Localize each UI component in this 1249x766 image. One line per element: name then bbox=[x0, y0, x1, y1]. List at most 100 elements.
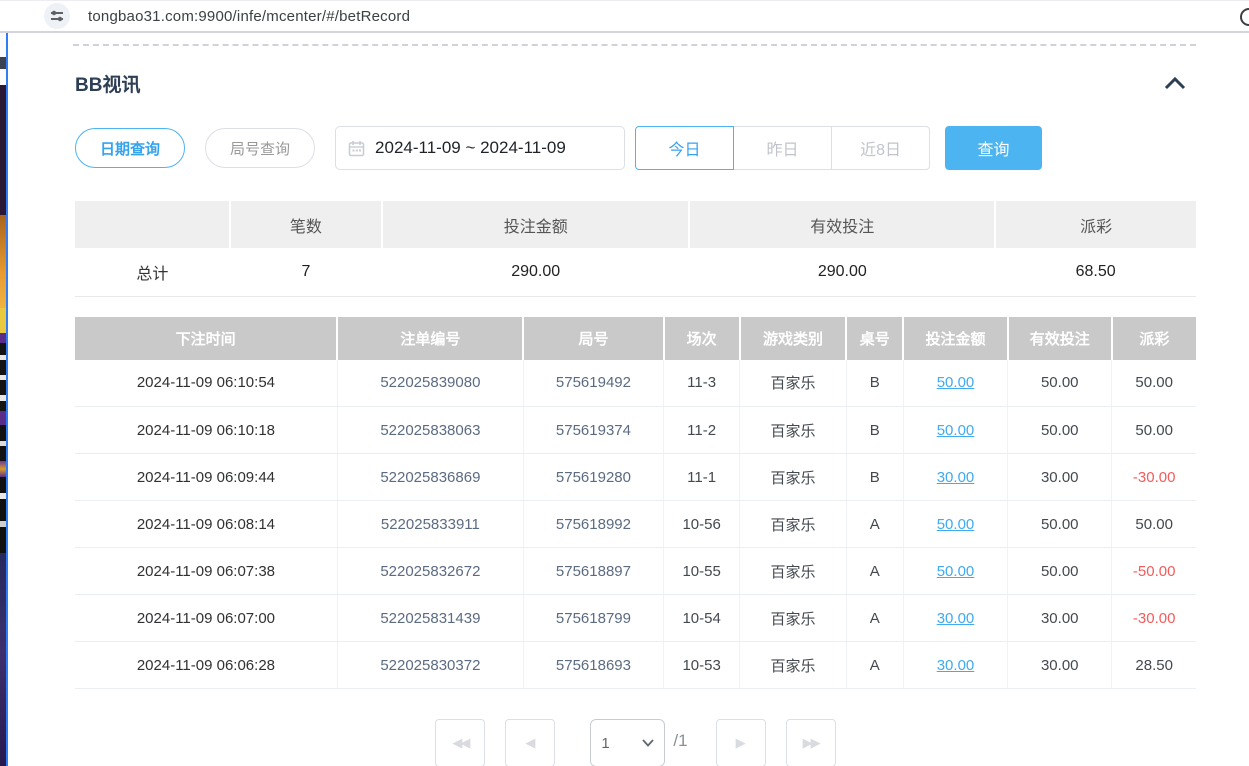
cell-valid: 50.00 bbox=[1008, 501, 1112, 548]
cell-bet: 50.00 bbox=[903, 548, 1007, 595]
cell-valid: 30.00 bbox=[1008, 642, 1112, 689]
summary-total-value-4: 68.50 bbox=[995, 248, 1196, 296]
browser-partial-icon[interactable] bbox=[1240, 8, 1249, 26]
cell-session: 11-1 bbox=[664, 454, 740, 501]
yesterday-button[interactable]: 昨日 bbox=[733, 126, 832, 170]
date-range-input[interactable]: 2024-11-09 ~ 2024-11-09 bbox=[335, 126, 625, 170]
bet-col-header-0: 下注时间 bbox=[75, 317, 337, 360]
prev-page-button[interactable]: ◀ bbox=[505, 719, 555, 766]
site-permissions-icon[interactable] bbox=[44, 3, 70, 29]
cell-round: 575619374 bbox=[523, 407, 663, 454]
last8days-button[interactable]: 近8日 bbox=[831, 126, 930, 170]
summary-header-4: 派彩 bbox=[995, 201, 1196, 248]
cell-round: 575618992 bbox=[523, 501, 663, 548]
bet-amount-link[interactable]: 50.00 bbox=[937, 563, 975, 580]
left-arrow-icon: ◀ bbox=[525, 735, 535, 751]
table-row: 2024-11-09 06:07:38522025832672575618897… bbox=[75, 548, 1196, 595]
summary-header-2: 投注金额 bbox=[382, 201, 689, 248]
table-row: 2024-11-09 06:10:18522025838063575619374… bbox=[75, 407, 1196, 454]
cell-time: 2024-11-09 06:07:38 bbox=[75, 548, 337, 595]
bet-col-header-3: 场次 bbox=[664, 317, 740, 360]
cell-order: 522025836869 bbox=[337, 454, 523, 501]
round-query-tab[interactable]: 局号查询 bbox=[205, 128, 315, 168]
page-select[interactable]: 1 bbox=[590, 719, 665, 766]
cell-payout: -50.00 bbox=[1112, 548, 1196, 595]
section-header: BB视讯 bbox=[75, 70, 1196, 97]
cell-bet: 30.00 bbox=[903, 642, 1007, 689]
cell-table_no: A bbox=[846, 642, 903, 689]
bet-amount-link[interactable]: 30.00 bbox=[937, 610, 975, 627]
summary-total-row: 总计7290.00290.0068.50 bbox=[75, 248, 1196, 296]
cell-time: 2024-11-09 06:08:14 bbox=[75, 501, 337, 548]
cell-time: 2024-11-09 06:06:28 bbox=[75, 642, 337, 689]
browser-address-bar[interactable]: tongbao31.com:9900/infe/mcenter/#/betRec… bbox=[0, 0, 1249, 33]
bet-amount-link[interactable]: 30.00 bbox=[937, 657, 975, 674]
cell-bet: 50.00 bbox=[903, 360, 1007, 407]
cell-session: 10-53 bbox=[664, 642, 740, 689]
search-button[interactable]: 查询 bbox=[945, 126, 1042, 170]
bet-amount-link[interactable]: 30.00 bbox=[937, 469, 975, 486]
last-page-button[interactable]: ▶▶ bbox=[786, 719, 836, 766]
cell-round: 575619492 bbox=[523, 360, 663, 407]
cell-session: 10-56 bbox=[664, 501, 740, 548]
summary-total-label: 总计 bbox=[75, 248, 230, 296]
chevron-up-icon[interactable] bbox=[1162, 75, 1188, 93]
cell-game: 百家乐 bbox=[740, 407, 846, 454]
bet-record-panel: BB视讯 日期查询 局号查询 bbox=[8, 35, 1249, 766]
bet-col-header-2: 局号 bbox=[523, 317, 663, 360]
cell-time: 2024-11-09 06:10:54 bbox=[75, 360, 337, 407]
cell-session: 11-3 bbox=[664, 360, 740, 407]
url-text[interactable]: tongbao31.com:9900/infe/mcenter/#/betRec… bbox=[88, 8, 410, 25]
cell-table_no: A bbox=[846, 548, 903, 595]
summary-table: 笔数投注金额有效投注派彩 总计7290.00290.0068.50 bbox=[75, 201, 1196, 297]
cell-payout: 50.00 bbox=[1112, 407, 1196, 454]
summary-header-3: 有效投注 bbox=[689, 201, 995, 248]
cell-table_no: B bbox=[846, 454, 903, 501]
summary-header-0 bbox=[75, 201, 230, 248]
summary-header-row: 笔数投注金额有效投注派彩 bbox=[75, 201, 1196, 248]
cell-game: 百家乐 bbox=[740, 642, 846, 689]
cell-session: 10-55 bbox=[664, 548, 740, 595]
cell-valid: 50.00 bbox=[1008, 407, 1112, 454]
calendar-icon bbox=[348, 140, 365, 157]
table-row: 2024-11-09 06:07:00522025831439575618799… bbox=[75, 595, 1196, 642]
cell-time: 2024-11-09 06:09:44 bbox=[75, 454, 337, 501]
chevron-down-icon bbox=[642, 739, 654, 747]
cell-round: 575618693 bbox=[523, 642, 663, 689]
filter-bar: 日期查询 局号查询 2024-11-09 ~ 2024-11-09 bbox=[75, 126, 1196, 170]
bet-col-header-7: 有效投注 bbox=[1008, 317, 1112, 360]
bet-table-header-row: 下注时间注单编号局号场次游戏类别桌号投注金额有效投注派彩 bbox=[75, 317, 1196, 360]
cell-table_no: B bbox=[846, 407, 903, 454]
bet-amount-link[interactable]: 50.00 bbox=[937, 374, 975, 391]
cell-bet: 30.00 bbox=[903, 595, 1007, 642]
today-button[interactable]: 今日 bbox=[635, 126, 734, 170]
cell-table_no: A bbox=[846, 501, 903, 548]
double-left-arrow-icon: ◀◀ bbox=[452, 735, 468, 751]
bet-amount-link[interactable]: 50.00 bbox=[937, 516, 975, 533]
cell-order: 522025839080 bbox=[337, 360, 523, 407]
bet-col-header-5: 桌号 bbox=[846, 317, 903, 360]
cell-payout: 28.50 bbox=[1112, 642, 1196, 689]
dashed-divider bbox=[73, 44, 1196, 46]
quick-date-group: 今日 昨日 近8日 bbox=[635, 126, 930, 170]
cell-order: 522025833911 bbox=[337, 501, 523, 548]
right-arrow-icon: ▶ bbox=[736, 735, 746, 751]
cell-valid: 30.00 bbox=[1008, 595, 1112, 642]
next-page-button[interactable]: ▶ bbox=[716, 719, 766, 766]
bet-col-header-1: 注单编号 bbox=[337, 317, 523, 360]
double-right-arrow-icon: ▶▶ bbox=[803, 735, 819, 751]
bet-col-header-4: 游戏类别 bbox=[740, 317, 846, 360]
cell-round: 575619280 bbox=[523, 454, 663, 501]
cell-valid: 30.00 bbox=[1008, 454, 1112, 501]
table-row: 2024-11-09 06:08:14522025833911575618992… bbox=[75, 501, 1196, 548]
summary-total-value-1: 7 bbox=[230, 248, 382, 296]
bet-amount-link[interactable]: 50.00 bbox=[937, 422, 975, 439]
bet-col-header-8: 派彩 bbox=[1112, 317, 1196, 360]
date-query-tab[interactable]: 日期查询 bbox=[75, 128, 185, 168]
cell-payout: 50.00 bbox=[1112, 501, 1196, 548]
cell-order: 522025838063 bbox=[337, 407, 523, 454]
first-page-button[interactable]: ◀◀ bbox=[435, 719, 485, 766]
bet-table: 下注时间注单编号局号场次游戏类别桌号投注金额有效投注派彩 2024-11-09 … bbox=[75, 317, 1196, 690]
cell-valid: 50.00 bbox=[1008, 360, 1112, 407]
cell-bet: 50.00 bbox=[903, 407, 1007, 454]
